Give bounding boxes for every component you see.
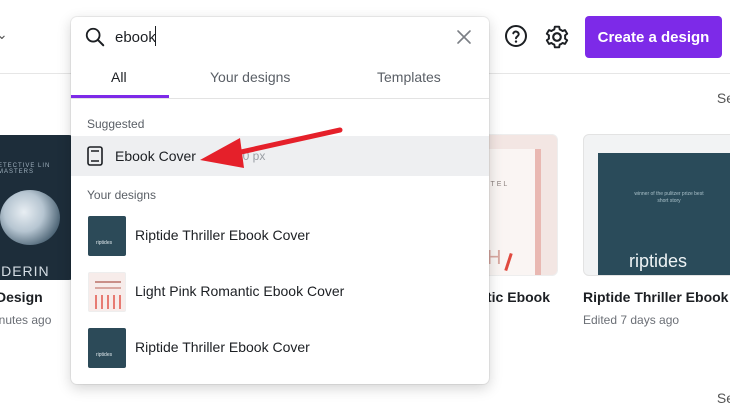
design-card-edited: Edited 7 days ago bbox=[583, 313, 680, 327]
list-item[interactable]: riptides Riptide Thriller Ebook Cover bbox=[71, 322, 489, 374]
design-title: Riptide Thriller Ebook Cover bbox=[135, 227, 310, 243]
search-input[interactable] bbox=[115, 26, 415, 48]
design-card-title[interactable]: Riptide Thriller Ebook bbox=[583, 289, 728, 305]
suggested-section-label: Suggested bbox=[87, 117, 145, 131]
help-icon[interactable] bbox=[504, 24, 528, 48]
tab-your-designs[interactable]: Your designs bbox=[210, 69, 290, 85]
design-card-thumbnail[interactable]: ETECTIVE LIN MASTERS RDERIN bbox=[0, 135, 75, 280]
suggestion-item-ebook-cover[interactable]: Ebook Cover 00 px bbox=[71, 136, 489, 176]
list-item[interactable]: Light Pink Romantic Ebook Cover bbox=[71, 266, 489, 318]
your-designs-section-label: Your designs bbox=[87, 188, 156, 202]
thumbnail-pattern bbox=[95, 295, 121, 309]
active-tab-indicator bbox=[71, 95, 169, 98]
tab-templates[interactable]: Templates bbox=[377, 69, 441, 85]
suggestion-label: Ebook Cover bbox=[115, 148, 196, 164]
design-thumbnail: riptides bbox=[88, 328, 126, 368]
moon-image bbox=[0, 190, 60, 245]
cover-title: riptides bbox=[629, 251, 688, 271]
thumbnail-line bbox=[95, 281, 121, 283]
cover-small-text: winner of the pulitzer prize best short … bbox=[634, 191, 704, 204]
thumbnail-title: riptides bbox=[96, 352, 113, 358]
book-icon bbox=[87, 146, 103, 166]
design-thumbnail bbox=[88, 272, 126, 312]
text-caret bbox=[155, 26, 156, 46]
see-all-link[interactable]: Se bbox=[717, 90, 730, 106]
chevron-down-icon[interactable]: ⌄ bbox=[0, 26, 8, 43]
cover-subtitle: ETECTIVE LIN MASTERS bbox=[0, 163, 51, 175]
list-item[interactable]: riptides Riptide Thriller Ebook Cover bbox=[71, 210, 489, 262]
see-all-link-bottom[interactable]: Se bbox=[717, 390, 730, 405]
design-title: Light Pink Romantic Ebook Cover bbox=[135, 283, 345, 299]
close-icon[interactable] bbox=[455, 28, 473, 46]
search-bar bbox=[71, 17, 489, 57]
thumbnail-title: riptides bbox=[96, 240, 113, 246]
cover-big-letter: H bbox=[487, 247, 502, 269]
gear-icon[interactable] bbox=[544, 24, 570, 50]
cover-title: RDERIN bbox=[0, 263, 50, 279]
design-thumbnail: riptides bbox=[88, 216, 126, 256]
thumbnail-line bbox=[95, 287, 121, 289]
create-design-button[interactable]: Create a design bbox=[585, 16, 722, 58]
design-card-thumbnail[interactable]: winner of the pulitzer prize best short … bbox=[583, 134, 730, 276]
search-tabs: All Your designs Templates bbox=[71, 57, 489, 99]
design-card-edited: inutes ago bbox=[0, 313, 52, 327]
design-card-title[interactable]: Design bbox=[0, 289, 43, 305]
search-dropdown: All Your designs Templates Suggested Ebo… bbox=[71, 17, 489, 384]
suggestion-size: 00 px bbox=[236, 149, 266, 163]
tab-all[interactable]: All bbox=[111, 69, 127, 85]
design-title: Riptide Thriller Ebook Cover bbox=[135, 339, 310, 355]
design-card-title[interactable]: tic Ebook bbox=[487, 289, 550, 305]
search-icon bbox=[85, 27, 105, 47]
